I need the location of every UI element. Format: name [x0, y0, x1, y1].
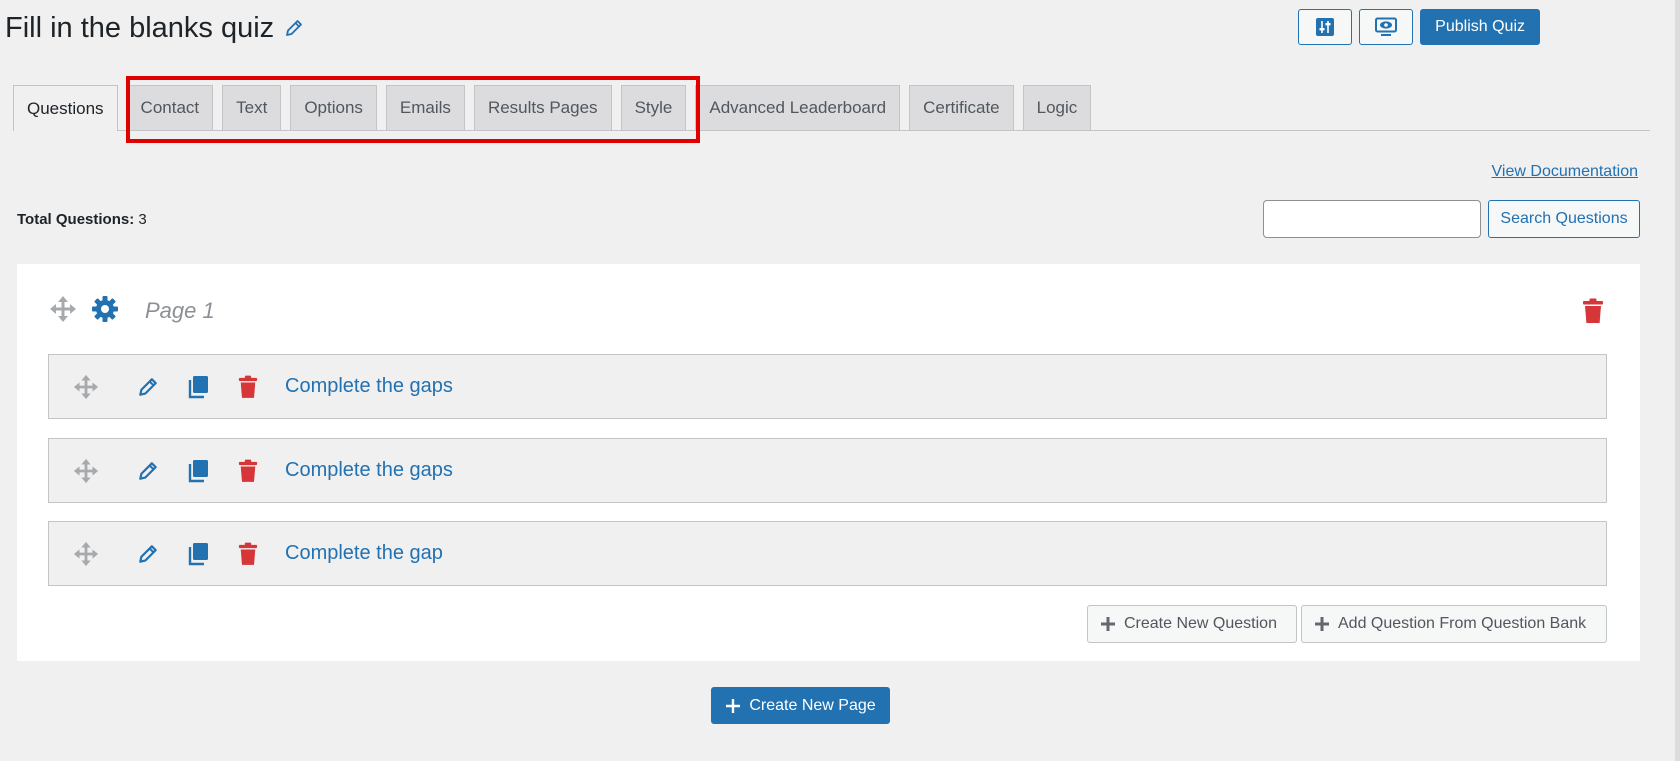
plus-icon	[1315, 617, 1329, 631]
quiz-title-row: Fill in the blanks quiz	[5, 10, 304, 46]
tab-advanced-leaderboard[interactable]: Advanced Leaderboard	[695, 85, 901, 130]
pencil-icon[interactable]	[123, 376, 173, 398]
quiz-page-panel: Page 1 Complete the gaps Complete the ga…	[17, 264, 1640, 661]
tab-text[interactable]: Text	[222, 85, 282, 130]
preview-button[interactable]	[1359, 9, 1414, 45]
total-questions-label: Total Questions:	[17, 211, 135, 228]
add-question-from-bank-button[interactable]: Add Question From Question Bank	[1301, 605, 1607, 643]
question-row: Complete the gaps	[48, 354, 1607, 419]
top-actions: Publish Quiz	[1298, 9, 1540, 45]
copy-icon[interactable]	[173, 542, 223, 566]
search-questions-input[interactable]	[1263, 200, 1481, 238]
tab-questions[interactable]: Questions	[13, 85, 118, 131]
pencil-icon[interactable]	[284, 18, 304, 38]
page-header: Page 1	[49, 294, 215, 328]
question-row: Complete the gaps	[48, 438, 1607, 503]
tab-style[interactable]: Style	[620, 85, 687, 130]
tab-options[interactable]: Options	[290, 85, 377, 130]
create-new-page-label: Create New Page	[749, 696, 876, 714]
quiz-tabs: Questions Contact Text Options Emails Re…	[13, 85, 1650, 131]
move-arrows-icon[interactable]	[49, 295, 77, 328]
plus-icon	[726, 698, 741, 713]
create-new-question-button[interactable]: Create New Question	[1087, 605, 1297, 643]
plus-icon	[1101, 617, 1115, 631]
move-arrows-icon[interactable]	[73, 374, 99, 400]
question-title[interactable]: Complete the gap	[285, 542, 443, 565]
settings-sliders-button[interactable]	[1298, 9, 1353, 45]
pencil-icon[interactable]	[123, 460, 173, 482]
pencil-icon[interactable]	[123, 543, 173, 565]
trash-icon[interactable]	[1582, 298, 1604, 329]
page-title[interactable]: Page 1	[145, 298, 215, 324]
copy-icon[interactable]	[173, 375, 223, 399]
tab-emails[interactable]: Emails	[385, 85, 465, 130]
scrollbar-track[interactable]	[1675, 0, 1680, 761]
move-arrows-icon[interactable]	[73, 458, 99, 484]
copy-icon[interactable]	[173, 459, 223, 483]
tab-certificate[interactable]: Certificate	[909, 85, 1014, 130]
create-new-question-label: Create New Question	[1124, 615, 1277, 632]
gear-icon[interactable]	[91, 295, 119, 328]
publish-quiz-button[interactable]: Publish Quiz	[1420, 9, 1540, 45]
tab-results-pages[interactable]: Results Pages	[473, 85, 612, 130]
trash-icon[interactable]	[223, 459, 273, 483]
create-new-page-button[interactable]: Create New Page	[711, 687, 890, 724]
total-questions-value: 3	[138, 211, 147, 228]
search-questions-button[interactable]: Search Questions	[1488, 200, 1640, 238]
question-title[interactable]: Complete the gaps	[285, 375, 453, 398]
tab-logic[interactable]: Logic	[1022, 85, 1092, 130]
move-arrows-icon[interactable]	[73, 541, 99, 567]
question-title[interactable]: Complete the gaps	[285, 459, 453, 482]
quiz-title: Fill in the blanks quiz	[5, 11, 275, 44]
total-questions: Total Questions: 3	[17, 211, 147, 228]
settings-sliders-icon	[1316, 18, 1335, 36]
question-row: Complete the gap	[48, 521, 1607, 586]
tab-contact[interactable]: Contact	[126, 85, 214, 130]
view-documentation-link[interactable]: View Documentation	[1492, 163, 1638, 181]
preview-screen-icon	[1375, 17, 1398, 36]
trash-icon[interactable]	[223, 542, 273, 566]
trash-icon[interactable]	[223, 375, 273, 399]
add-question-from-bank-label: Add Question From Question Bank	[1338, 615, 1587, 632]
